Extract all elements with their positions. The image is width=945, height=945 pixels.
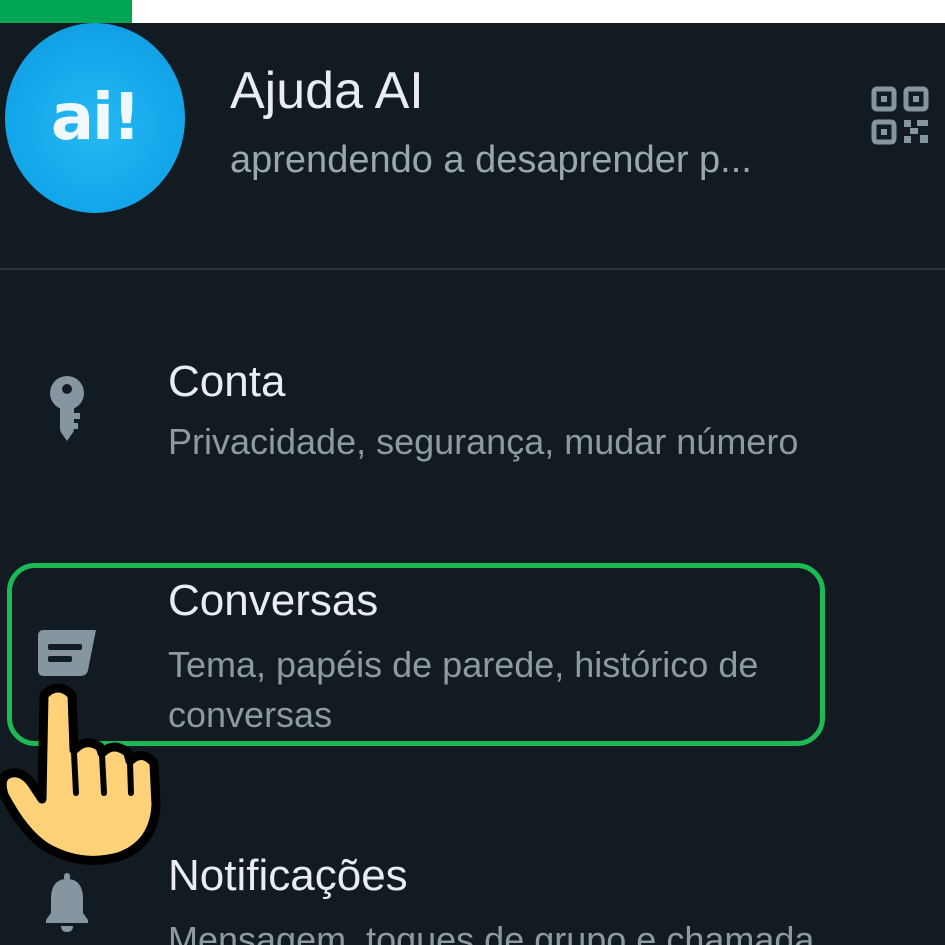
profile-header[interactable]: ai! Ajuda AI aprendendo a desaprender p.… (0, 23, 945, 268)
section-divider (0, 268, 945, 270)
avatar[interactable]: ai! (5, 23, 185, 213)
settings-item-notifications-subtitle: Mensagem, toques de grupo e chamada (168, 919, 815, 945)
qr-code-icon (871, 86, 929, 145)
avatar-logo: ai! (50, 81, 141, 155)
settings-item-account-title: Conta (168, 357, 286, 406)
settings-item-account-subtitle: Privacidade, segurança, mudar número (168, 421, 799, 462)
profile-status: aprendendo a desaprender p... (230, 139, 752, 181)
pointing-hand-icon (0, 683, 161, 865)
qr-code-button[interactable] (870, 85, 930, 147)
top-progress-strip (0, 0, 945, 23)
settings-item-notifications-title: Notificações (168, 851, 408, 900)
bell-icon (46, 873, 88, 932)
profile-name: Ajuda AI (230, 62, 424, 120)
settings-screen: ai! Ajuda AI aprendendo a desaprender p.… (0, 0, 945, 945)
settings-item-account[interactable]: Conta Privacidade, segurança, mudar núme… (0, 345, 945, 485)
key-icon (50, 376, 84, 441)
progress-fill (0, 0, 133, 23)
